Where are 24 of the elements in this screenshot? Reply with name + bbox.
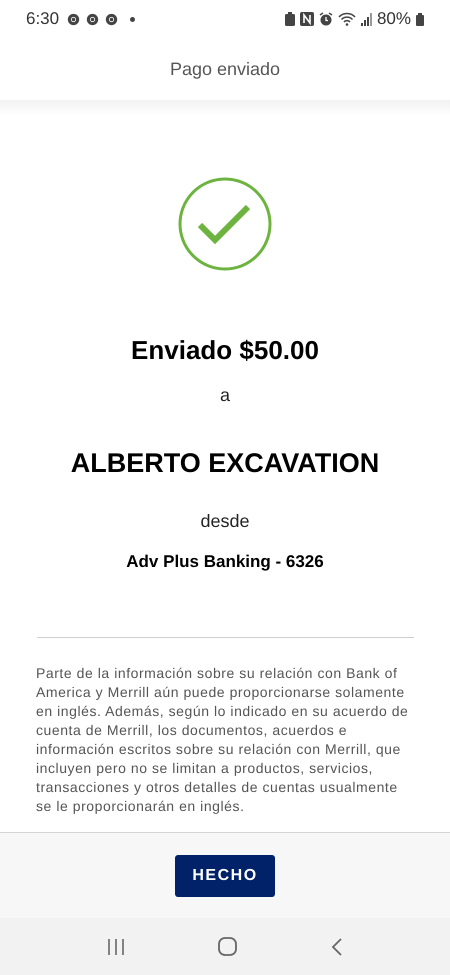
from-label: desde: [200, 510, 250, 532]
to-label: a: [220, 384, 230, 407]
signal-icon: [360, 12, 372, 26]
checkmark-circle-icon: [178, 177, 272, 271]
battery-icon: [416, 12, 424, 26]
amount-sent: Enviado $50.00: [131, 334, 319, 367]
back-icon[interactable]: [331, 938, 344, 956]
battery-percent: 80%: [376, 8, 411, 30]
clock-time: 6:30: [26, 8, 60, 30]
recent-apps-icon[interactable]: [106, 938, 125, 956]
home-icon[interactable]: [218, 937, 238, 956]
disclaimer-text: Parte de la información sobre su relación con Bank of America y Merrill aún puede proporcionarse solamente en inglés. Además, según lo indicado en su acuerdo de cuenta de Merrill, los documentos, acuerdos e información escritos sobre su relación con Merrill, que incluyen pero no se limitan a productos, servicios, transacciones y otros detalles de cuentas usualmente se le proporcionarán en inglés.: [35, 664, 410, 816]
wifi-icon: [338, 12, 356, 26]
account-name: Adv Plus Banking - 6326: [126, 550, 324, 573]
done-button[interactable]: HECHO: [175, 854, 275, 896]
dot-icon: [130, 16, 136, 22]
recipient-name: ALBERTO EXCAVATION: [70, 447, 380, 480]
alarm-icon: [318, 12, 333, 26]
browser-icon: [105, 12, 118, 26]
nfc-icon: [300, 12, 314, 26]
battery-saver-icon: [284, 12, 295, 26]
browser-icon: [67, 12, 80, 26]
page-title: Pago enviado: [170, 58, 280, 81]
browser-icon: [86, 12, 100, 26]
